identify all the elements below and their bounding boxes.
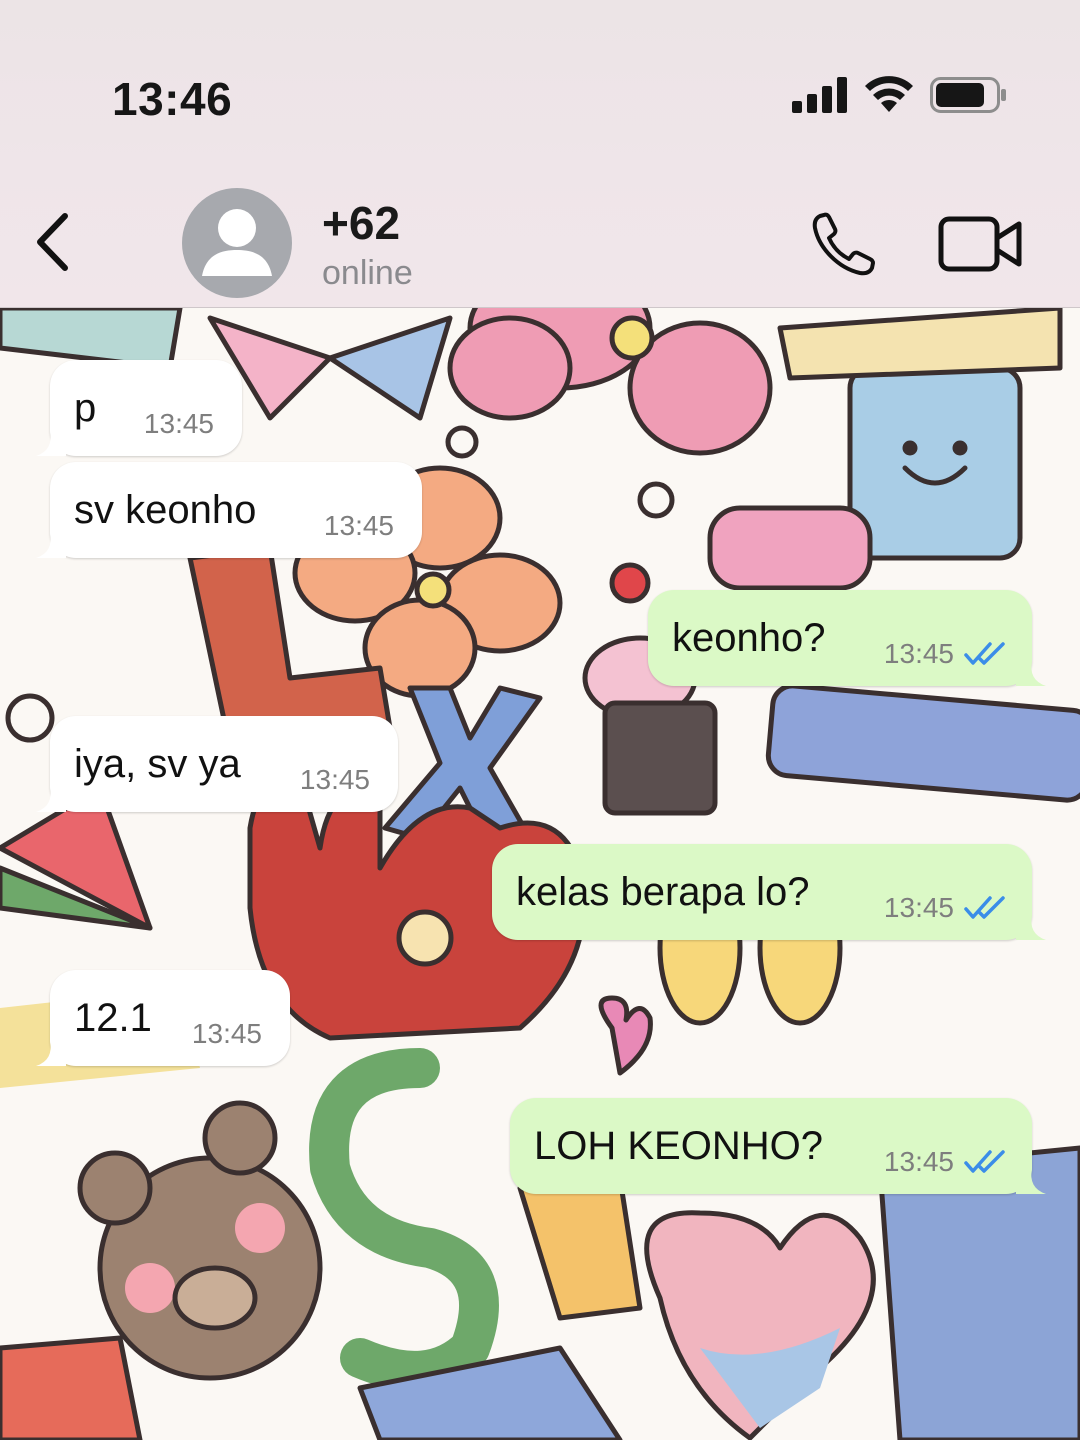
bubble-tail xyxy=(36,786,66,812)
wifi-icon xyxy=(865,76,913,112)
message-time: 13:45 xyxy=(299,764,370,795)
cellular-signal-icon xyxy=(792,77,847,113)
bubble-tail xyxy=(1016,914,1046,940)
contact-status: online xyxy=(322,254,413,292)
bubble-tail xyxy=(36,430,66,456)
message-text: iya, sv ya xyxy=(74,741,241,786)
default-avatar-icon xyxy=(202,209,272,276)
message-text: sv keonho xyxy=(74,487,257,532)
double-check-read-icon xyxy=(964,896,1005,919)
message-bubble-incoming[interactable]: 12.1 13:45 xyxy=(36,970,290,1066)
bubble-tail xyxy=(36,532,66,558)
chat-header: 13:46 +62 online xyxy=(0,0,1080,308)
chevron-left-icon xyxy=(37,213,68,271)
message-text: kelas berapa lo? xyxy=(516,869,810,914)
message-bubble-outgoing[interactable]: kelas berapa lo? 13:45 xyxy=(492,844,1046,940)
message-bubble-incoming[interactable]: sv keonho 13:45 xyxy=(36,462,422,558)
double-check-read-icon xyxy=(964,1150,1005,1173)
contact-name[interactable]: +62 xyxy=(322,196,400,250)
message-bubble-incoming[interactable]: p 13:45 xyxy=(36,360,242,456)
message-time: 13:45 xyxy=(883,638,954,669)
message-text: p xyxy=(74,385,97,430)
status-bar-time: 13:46 xyxy=(112,73,233,125)
bubble-tail xyxy=(1016,1168,1046,1194)
status-bar-icons xyxy=(792,76,1008,114)
message-time: 13:45 xyxy=(883,892,954,923)
message-text: LOH KEONHO? xyxy=(534,1123,823,1168)
message-time: 13:45 xyxy=(323,510,394,541)
message-bubble-outgoing[interactable]: keonho? 13:45 xyxy=(648,590,1046,686)
message-bubble-incoming[interactable]: iya, sv ya 13:45 xyxy=(36,716,398,812)
message-bubble-outgoing[interactable]: LOH KEONHO? 13:45 xyxy=(510,1098,1046,1194)
message-text: 12.1 xyxy=(74,995,152,1040)
bubble-tail xyxy=(36,1040,66,1066)
battery-icon xyxy=(930,77,1006,113)
back-button[interactable] xyxy=(22,204,82,280)
message-time: 13:45 xyxy=(191,1018,262,1049)
contact-avatar[interactable] xyxy=(182,188,292,298)
video-camera-icon xyxy=(938,216,1022,272)
video-call-button[interactable] xyxy=(938,214,1024,274)
message-time: 13:45 xyxy=(143,408,214,439)
voice-call-button[interactable] xyxy=(806,206,882,282)
message-text: keonho? xyxy=(672,615,826,660)
double-check-read-icon xyxy=(964,642,1005,665)
phone-icon xyxy=(812,212,875,276)
bubble-tail xyxy=(1016,660,1046,686)
message-time: 13:45 xyxy=(883,1146,954,1177)
